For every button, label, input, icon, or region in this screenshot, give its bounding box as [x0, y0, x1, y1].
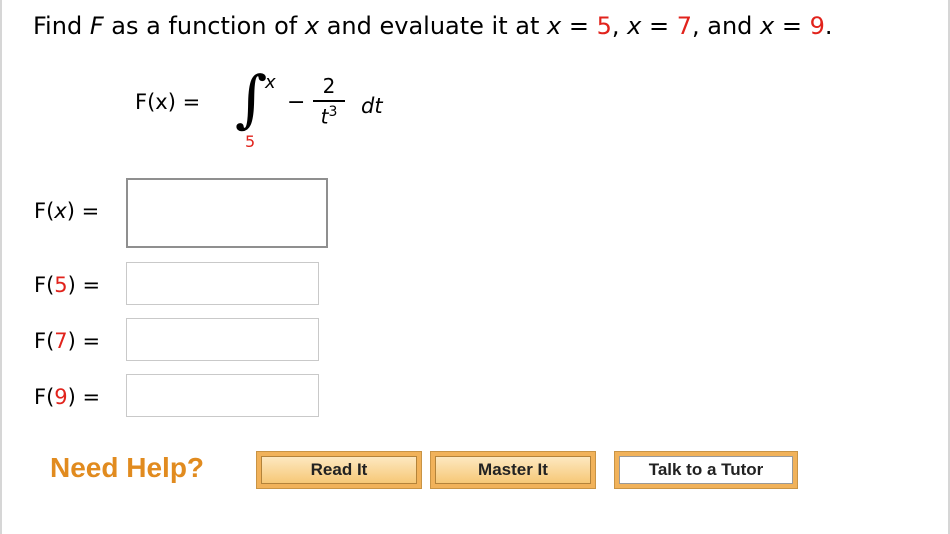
question-x: x: [304, 12, 320, 40]
label-prefix: F(: [34, 199, 55, 223]
question-text: Find F as a function of x and evaluate i…: [33, 12, 833, 40]
label-suffix: ) =: [66, 199, 100, 223]
fraction-numerator: 2: [322, 74, 336, 98]
label-prefix: F(: [34, 329, 55, 353]
answer-input-f9[interactable]: [126, 374, 319, 417]
question-F: F: [89, 12, 104, 40]
formula-differential: dt: [361, 94, 383, 118]
formula-fraction: 2 t3: [313, 74, 345, 128]
question-x1-value: 5: [596, 12, 612, 40]
label-prefix: F(: [34, 385, 55, 409]
label-arg: x: [54, 199, 67, 223]
label-suffix: ) =: [67, 273, 101, 297]
frame-left-border: [0, 0, 2, 534]
formula-lhs: F(x) =: [135, 90, 201, 114]
denominator-exponent: 3: [328, 103, 338, 120]
question-sep2: , and: [691, 12, 761, 40]
question-x1-label: x =: [547, 12, 597, 40]
question-x3-label: x =: [760, 12, 810, 40]
need-help-heading: Need Help?: [50, 452, 205, 483]
master-it-label: Master It: [478, 460, 548, 479]
question-x2-label: x =: [627, 12, 677, 40]
question-x3-value: 9: [809, 12, 825, 40]
fraction-bar: [313, 100, 345, 102]
question-sep1: ,: [611, 12, 628, 40]
question-middle2: and evaluate it at: [319, 12, 547, 40]
integral-sign: ∫: [235, 62, 268, 135]
integral-lower-limit: 5: [245, 132, 255, 151]
answer-label-f5: F(5) =: [34, 273, 100, 297]
question-suffix: .: [824, 12, 833, 40]
answer-input-fx[interactable]: [126, 178, 328, 248]
label-arg: 5: [54, 273, 68, 297]
read-it-label: Read It: [310, 460, 368, 479]
answer-label-f7: F(7) =: [34, 329, 100, 353]
integral-upper-limit: x: [265, 72, 276, 93]
label-arg: 7: [54, 329, 68, 353]
question-x2-value: 7: [676, 12, 692, 40]
label-suffix: ) =: [67, 385, 101, 409]
answer-label-f9: F(9) =: [34, 385, 100, 409]
label-prefix: F(: [34, 273, 55, 297]
label-suffix: ) =: [67, 329, 101, 353]
read-it-button[interactable]: Read It: [256, 451, 422, 489]
question-middle: as a function of: [103, 12, 305, 40]
answer-input-f5[interactable]: [126, 262, 319, 305]
master-it-button[interactable]: Master It: [430, 451, 596, 489]
answer-label-fx: F(x) =: [34, 199, 99, 223]
question-prefix: Find: [33, 12, 90, 40]
formula-minus: −: [287, 90, 306, 115]
talk-to-tutor-button[interactable]: Talk to a Tutor: [614, 451, 798, 489]
label-arg: 9: [54, 385, 68, 409]
integral-formula: F(x) = ∫ x 5 − 2 t3 dt: [135, 62, 435, 160]
fraction-denominator: t3: [313, 104, 345, 129]
integral-lower-limit-value: 5: [245, 132, 256, 151]
talk-to-tutor-label: Talk to a Tutor: [648, 460, 764, 479]
answer-input-f7[interactable]: [126, 318, 319, 361]
